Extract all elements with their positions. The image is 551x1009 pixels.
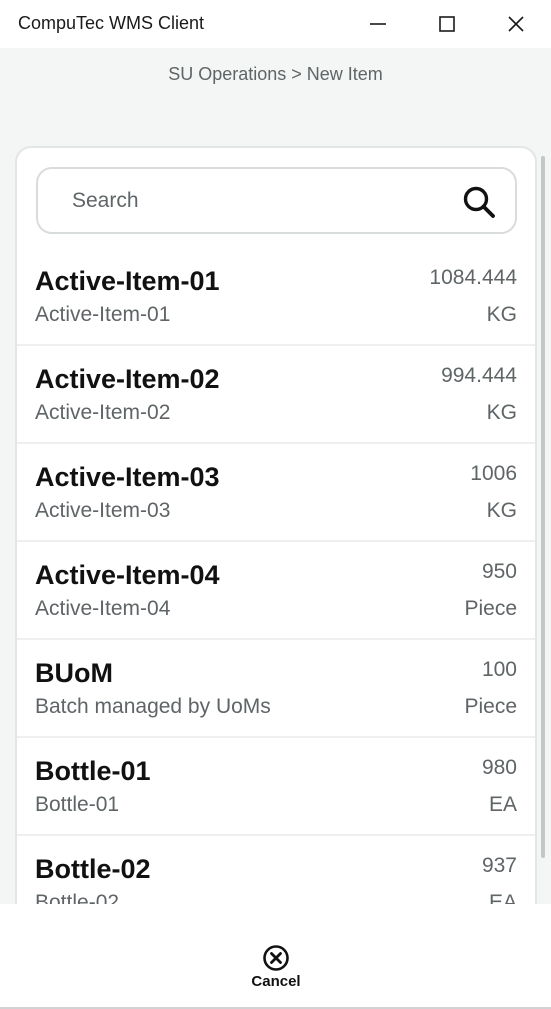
app-title: CompuTec WMS Client [18, 13, 205, 33]
scrollbar[interactable] [541, 156, 545, 858]
breadcrumb: SU Operations > New Item [168, 64, 383, 84]
close-icon [508, 16, 524, 32]
search-input[interactable] [72, 187, 452, 215]
maximize-icon [439, 16, 455, 32]
item-code: Bottle-01 [35, 756, 151, 786]
footer-bar: Cancel [0, 904, 551, 1009]
item-name: Active-Item-04 [35, 597, 171, 620]
item-name: Bottle-01 [35, 793, 120, 816]
item-uom: Piece [464, 695, 517, 718]
item-code: Active-Item-01 [35, 266, 220, 296]
item-name: Batch managed by UoMs [35, 695, 271, 718]
item-code: Active-Item-03 [35, 462, 220, 492]
item-quantity: 937 [481, 854, 517, 877]
item-uom: KG [486, 499, 517, 522]
item-quantity: 100 [481, 658, 517, 681]
item-list: Active-Item-01 Active-Item-01 1084.444 K… [17, 248, 535, 926]
item-code: Active-Item-04 [35, 560, 220, 590]
item-name: Active-Item-01 [35, 303, 171, 326]
cancel-label: Cancel [251, 973, 301, 990]
cancel-circle-icon [263, 945, 289, 971]
item-uom: Piece [464, 597, 517, 620]
list-item[interactable]: Bottle-01 Bottle-01 980 EA [17, 738, 535, 836]
list-item[interactable]: Active-Item-04 Active-Item-04 950 Piece [17, 542, 535, 640]
list-item[interactable]: Active-Item-02 Active-Item-02 994.444 KG [17, 346, 535, 444]
search-box[interactable] [36, 167, 517, 234]
item-quantity: 1084.444 [429, 266, 517, 289]
item-uom: KG [486, 303, 517, 326]
maximize-button[interactable] [413, 0, 481, 48]
close-button[interactable] [482, 0, 550, 48]
item-quantity: 1006 [470, 462, 517, 485]
item-code: Bottle-02 [35, 854, 151, 884]
item-quantity: 994.444 [441, 364, 517, 387]
list-item[interactable]: Active-Item-03 Active-Item-03 1006 KG [17, 444, 535, 542]
item-name: Active-Item-02 [35, 401, 171, 424]
title-bar: CompuTec WMS Client [0, 0, 551, 48]
item-quantity: 980 [481, 756, 517, 779]
item-code: BUoM [35, 658, 113, 688]
item-name: Active-Item-03 [35, 499, 171, 522]
minimize-icon [370, 23, 386, 25]
item-list-panel: Active-Item-01 Active-Item-01 1084.444 K… [15, 146, 537, 926]
item-quantity: 950 [481, 560, 517, 583]
search-icon[interactable] [462, 185, 496, 219]
minimize-button[interactable] [344, 0, 412, 48]
item-uom: KG [486, 401, 517, 424]
list-item[interactable]: Active-Item-01 Active-Item-01 1084.444 K… [17, 248, 535, 346]
list-item[interactable]: BUoM Batch managed by UoMs 100 Piece [17, 640, 535, 738]
item-code: Active-Item-02 [35, 364, 220, 394]
cancel-button[interactable]: Cancel [236, 942, 316, 992]
item-uom: EA [488, 793, 517, 816]
